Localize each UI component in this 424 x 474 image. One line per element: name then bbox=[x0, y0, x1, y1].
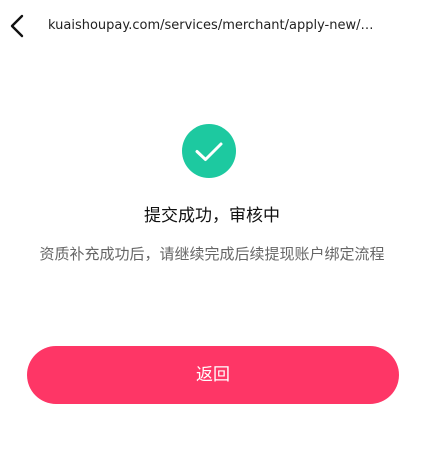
nav-bar: kuaishoupay.com/services/merchant/apply-… bbox=[0, 0, 424, 56]
return-button-label: 返回 bbox=[196, 365, 230, 384]
back-button[interactable] bbox=[2, 10, 34, 42]
result-description: 资质补充成功后，请继续完成后续提现账户绑定流程 bbox=[39, 245, 385, 263]
return-button[interactable]: 返回 bbox=[27, 346, 399, 404]
page-url: kuaishoupay.com/services/merchant/apply-… bbox=[48, 18, 374, 33]
result-title: 提交成功，审核中 bbox=[144, 206, 280, 226]
chevron-left-icon bbox=[10, 14, 24, 38]
page: kuaishoupay.com/services/merchant/apply-… bbox=[0, 0, 424, 474]
check-circle-icon bbox=[182, 124, 236, 178]
